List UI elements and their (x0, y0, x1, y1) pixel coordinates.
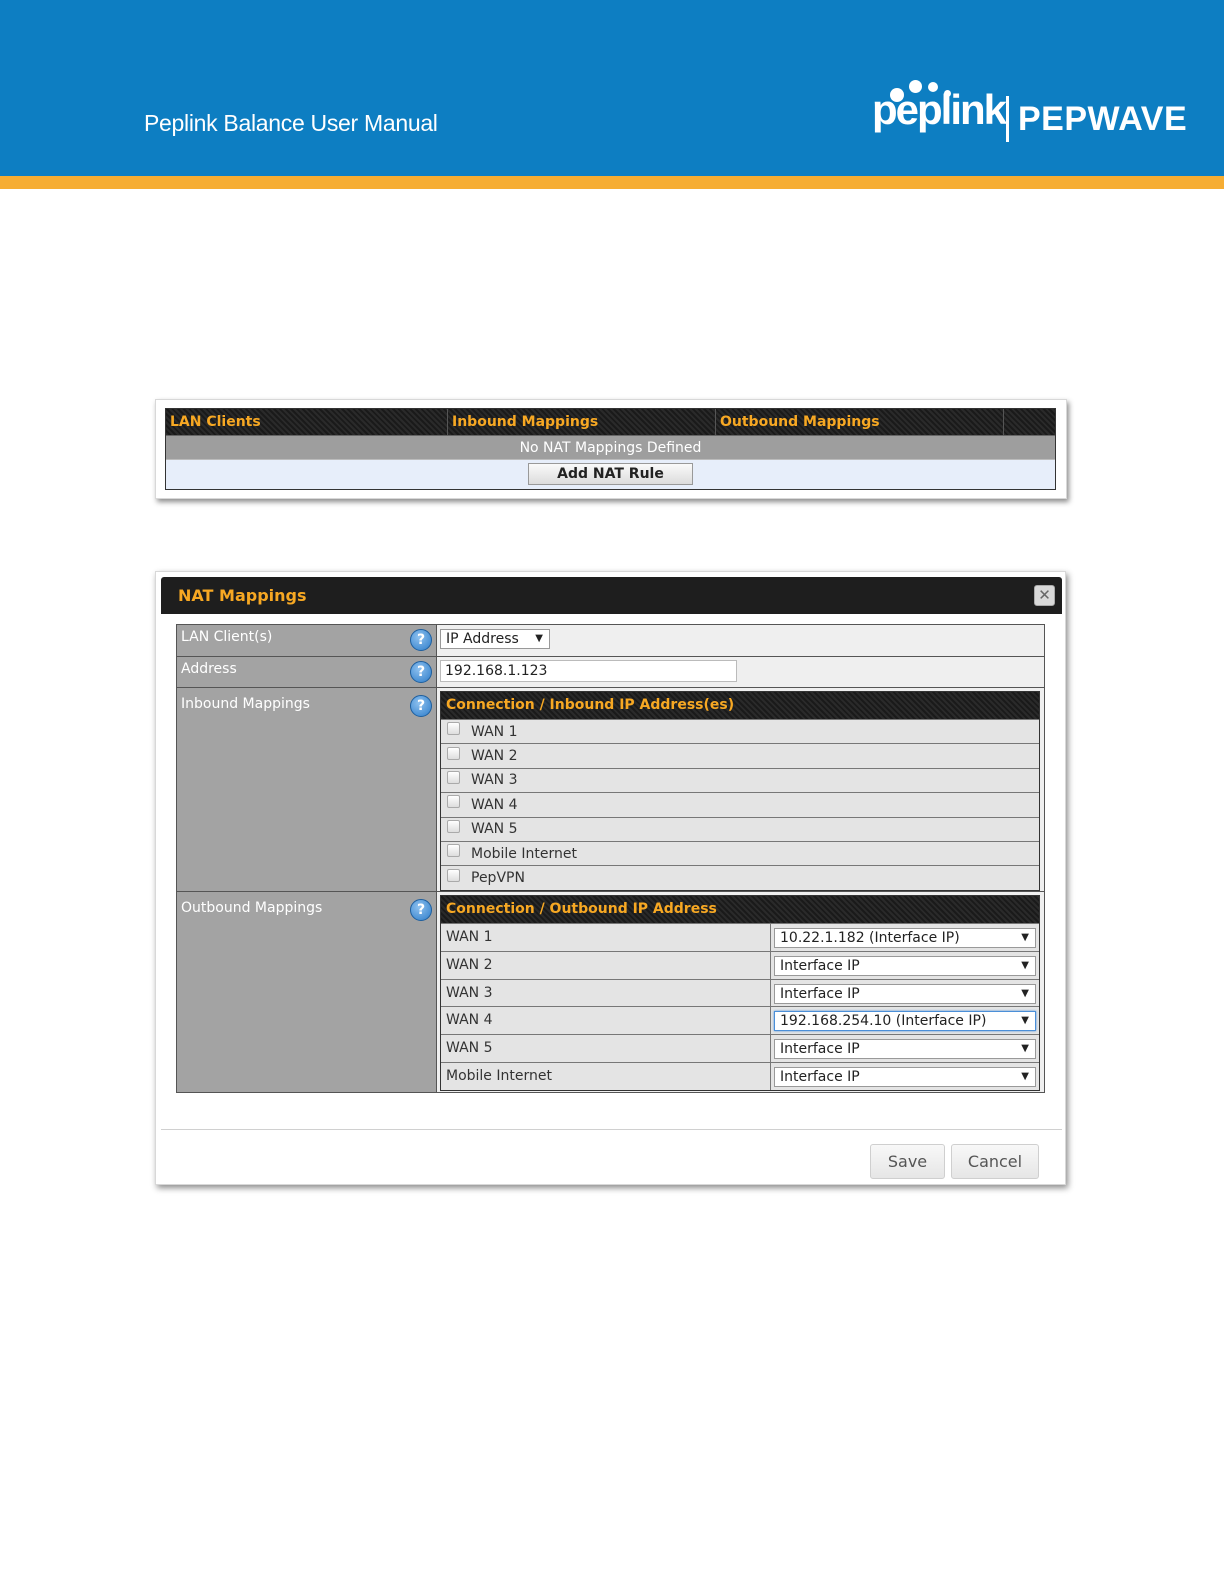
outbound-label: Outbound Mappings ? (177, 892, 437, 1092)
outbound-ip-select[interactable]: 192.168.254.10 (Interface IP) ▼ (774, 1011, 1036, 1032)
checkbox[interactable] (447, 746, 460, 760)
form-row-address: Address ? 192.168.1.123 (177, 657, 1044, 688)
help-icon[interactable]: ? (410, 695, 432, 717)
checkbox[interactable] (447, 844, 460, 858)
outbound-ip-select[interactable]: Interface IP ▼ (774, 955, 1036, 976)
inbound-row-wan-3: WAN 3 (441, 767, 1039, 793)
dropdown-arrow-icon: ▼ (1021, 959, 1029, 971)
banner-stripe (0, 176, 1224, 189)
dropdown-arrow-icon: ▼ (1021, 1070, 1029, 1082)
dropdown-arrow-icon: ▼ (1021, 1015, 1029, 1027)
save-button[interactable]: Save (870, 1144, 945, 1179)
outbound-row-wan-3: WAN 3 Interface IP ▼ (441, 978, 1039, 1007)
checkbox[interactable] (447, 770, 460, 784)
outbound-ip-select[interactable]: Interface IP ▼ (774, 983, 1036, 1004)
address-value: 192.168.1.123 (437, 657, 1044, 687)
outbound-table: Connection / Outbound IP Address WAN 1 1… (440, 895, 1040, 1091)
form-row-outbound: Outbound Mappings ? Connection / Outboun… (177, 892, 1044, 1092)
dropdown-arrow-icon: ▼ (1021, 932, 1029, 943)
nat-mappings-list-panel: LAN Clients Inbound Mappings Outbound Ma… (155, 399, 1067, 499)
add-nat-rule-button[interactable]: Add NAT Rule (528, 463, 693, 485)
nat-mappings-table: LAN Clients Inbound Mappings Outbound Ma… (165, 408, 1056, 490)
inbound-row-pepvpn: PepVPN (441, 865, 1039, 890)
empty-message: No NAT Mappings Defined (166, 435, 1055, 459)
outbound-ip-select[interactable]: 10.22.1.182 (Interface IP) ▼ (774, 928, 1036, 948)
dropdown-arrow-icon: ▼ (1021, 987, 1029, 999)
inbound-label: Inbound Mappings ? (177, 688, 437, 891)
column-header-actions (1004, 409, 1055, 435)
column-header-outbound: Outbound Mappings (716, 409, 1004, 435)
inbound-row-wan-5: WAN 5 (441, 816, 1039, 841)
nat-form: LAN Client(s) ? IP Address ▼ Address ? 1… (176, 624, 1045, 1093)
checkbox[interactable] (447, 795, 460, 809)
nat-mappings-dialog: NAT Mappings ✕ LAN Client(s) ? IP Addres… (155, 571, 1066, 1185)
table-action-row: Add NAT Rule (166, 459, 1055, 489)
address-label: Address ? (177, 657, 437, 687)
dropdown-arrow-icon: ▼ (1021, 1043, 1029, 1055)
inbound-value: Connection / Inbound IP Address(es) WAN … (437, 688, 1044, 891)
dialog-footer-divider (161, 1129, 1062, 1130)
outbound-value: Connection / Outbound IP Address WAN 1 1… (437, 892, 1044, 1092)
inbound-row-mobile-internet: Mobile Internet (441, 840, 1039, 866)
address-input[interactable]: 192.168.1.123 (440, 660, 737, 682)
dialog-title-bar: NAT Mappings ✕ (161, 577, 1062, 614)
outbound-table-header: Connection / Outbound IP Address (441, 896, 1039, 923)
form-row-inbound: Inbound Mappings ? Connection / Inbound … (177, 688, 1044, 892)
cancel-button[interactable]: Cancel (951, 1144, 1039, 1179)
form-row-lan-clients: LAN Client(s) ? IP Address ▼ (177, 625, 1044, 657)
checkbox[interactable] (447, 868, 460, 882)
table-header: LAN Clients Inbound Mappings Outbound Ma… (166, 409, 1055, 435)
checkbox[interactable] (447, 722, 460, 736)
outbound-row-wan-1: WAN 1 10.22.1.182 (Interface IP) ▼ (441, 923, 1039, 951)
logo-separator (1006, 96, 1009, 142)
outbound-row-wan-5: WAN 5 Interface IP ▼ (441, 1034, 1039, 1062)
dropdown-arrow-icon: ▼ (535, 633, 543, 644)
logo-pepwave-text: PEPWAVE (1018, 100, 1188, 138)
logo-peplink-text: peplink (872, 86, 1007, 133)
lan-clients-select[interactable]: IP Address ▼ (440, 629, 550, 649)
checkbox[interactable] (447, 819, 460, 833)
outbound-row-wan-2: WAN 2 Interface IP ▼ (441, 950, 1039, 979)
outbound-ip-select[interactable]: Interface IP ▼ (774, 1039, 1036, 1060)
inbound-row-wan-4: WAN 4 (441, 792, 1039, 817)
outbound-row-mobile-internet: Mobile Internet Interface IP ▼ (441, 1061, 1039, 1090)
lan-clients-label: LAN Client(s) ? (177, 625, 437, 656)
inbound-row-wan-2: WAN 2 (441, 743, 1039, 768)
lan-clients-value: IP Address ▼ (437, 625, 1044, 656)
help-icon[interactable]: ? (410, 629, 432, 651)
inbound-table: Connection / Inbound IP Address(es) WAN … (440, 691, 1040, 891)
header-banner: Peplink Balance User Manual peplink PEPW… (0, 0, 1224, 176)
dialog-title: NAT Mappings (178, 586, 307, 605)
inbound-row-wan-1: WAN 1 (441, 719, 1039, 744)
manual-title: Peplink Balance User Manual (144, 110, 438, 136)
peplink-pepwave-logo: peplink PEPWAVE (872, 76, 1187, 146)
column-header-lan-clients: LAN Clients (166, 409, 448, 435)
column-header-inbound: Inbound Mappings (448, 409, 716, 435)
help-icon[interactable]: ? (410, 899, 432, 921)
outbound-ip-select[interactable]: Interface IP ▼ (774, 1066, 1036, 1087)
help-icon[interactable]: ? (410, 661, 432, 683)
outbound-row-wan-4: WAN 4 192.168.254.10 (Interface IP) ▼ (441, 1006, 1039, 1035)
close-icon[interactable]: ✕ (1034, 585, 1055, 606)
inbound-table-header: Connection / Inbound IP Address(es) (441, 692, 1039, 719)
